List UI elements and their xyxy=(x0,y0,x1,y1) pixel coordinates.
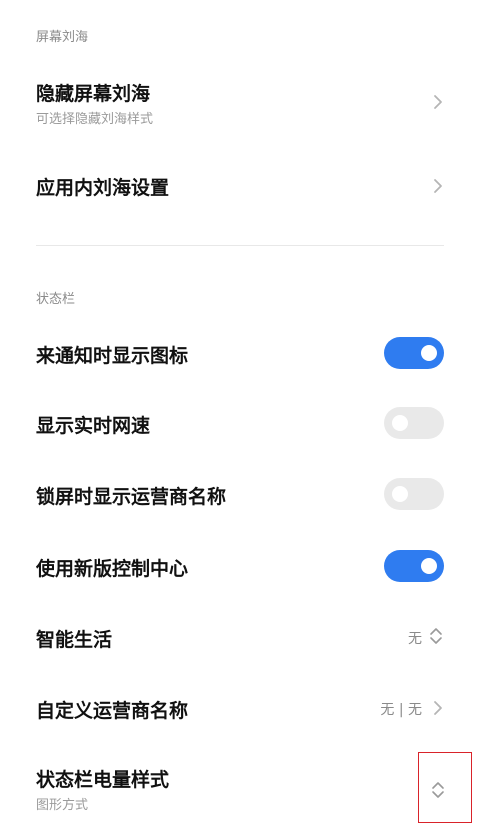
chevron-right-icon xyxy=(434,179,442,193)
custom-carrier-row[interactable]: 自定义运营商名称 无 | 无 xyxy=(0,683,488,733)
toggle-knob xyxy=(392,415,408,431)
smart-life-title: 智能生活 xyxy=(36,629,113,651)
section-header-status-bar: 状态栏 xyxy=(36,292,76,307)
network-speed-title: 显示实时网速 xyxy=(36,415,151,437)
new-control-center-toggle[interactable] xyxy=(384,550,444,582)
new-control-center-row[interactable]: 使用新版控制中心 xyxy=(0,541,488,591)
section-header-notch: 屏幕刘海 xyxy=(36,30,89,45)
network-speed-toggle[interactable] xyxy=(384,407,444,439)
hide-notch-title: 隐藏屏幕刘海 xyxy=(36,83,151,105)
hide-notch-row[interactable]: 隐藏屏幕刘海 可选择隐藏刘海样式 xyxy=(0,70,488,138)
chevron-right-icon xyxy=(434,95,442,109)
toggle-knob xyxy=(421,558,437,574)
lock-carrier-toggle[interactable] xyxy=(384,478,444,510)
smart-life-value: 无 xyxy=(408,631,422,647)
battery-style-row[interactable]: 状态栏电量样式 图形方式 xyxy=(0,758,488,822)
custom-carrier-title: 自定义运营商名称 xyxy=(36,700,189,722)
lock-carrier-row[interactable]: 锁屏时显示运营商名称 xyxy=(0,469,488,519)
chevron-up-down-icon xyxy=(430,628,442,644)
highlight-box xyxy=(418,752,472,823)
battery-style-title: 状态栏电量样式 xyxy=(36,769,170,791)
battery-style-subtitle: 图形方式 xyxy=(36,798,89,813)
in-app-notch-title: 应用内刘海设置 xyxy=(36,177,170,199)
network-speed-row[interactable]: 显示实时网速 xyxy=(0,398,488,448)
notify-icons-row[interactable]: 来通知时显示图标 xyxy=(0,328,488,378)
hide-notch-subtitle: 可选择隐藏刘海样式 xyxy=(36,112,154,127)
chevron-right-icon xyxy=(434,701,442,715)
in-app-notch-row[interactable]: 应用内刘海设置 xyxy=(0,160,488,212)
notify-icons-title: 来通知时显示图标 xyxy=(36,345,189,367)
lock-carrier-title: 锁屏时显示运营商名称 xyxy=(36,486,227,508)
notify-icons-toggle[interactable] xyxy=(384,337,444,369)
toggle-knob xyxy=(421,345,437,361)
smart-life-row[interactable]: 智能生活 无 xyxy=(0,612,488,662)
new-control-center-title: 使用新版控制中心 xyxy=(36,558,189,580)
toggle-knob xyxy=(392,486,408,502)
section-divider xyxy=(36,245,444,246)
custom-carrier-value: 无 | 无 xyxy=(380,702,422,718)
